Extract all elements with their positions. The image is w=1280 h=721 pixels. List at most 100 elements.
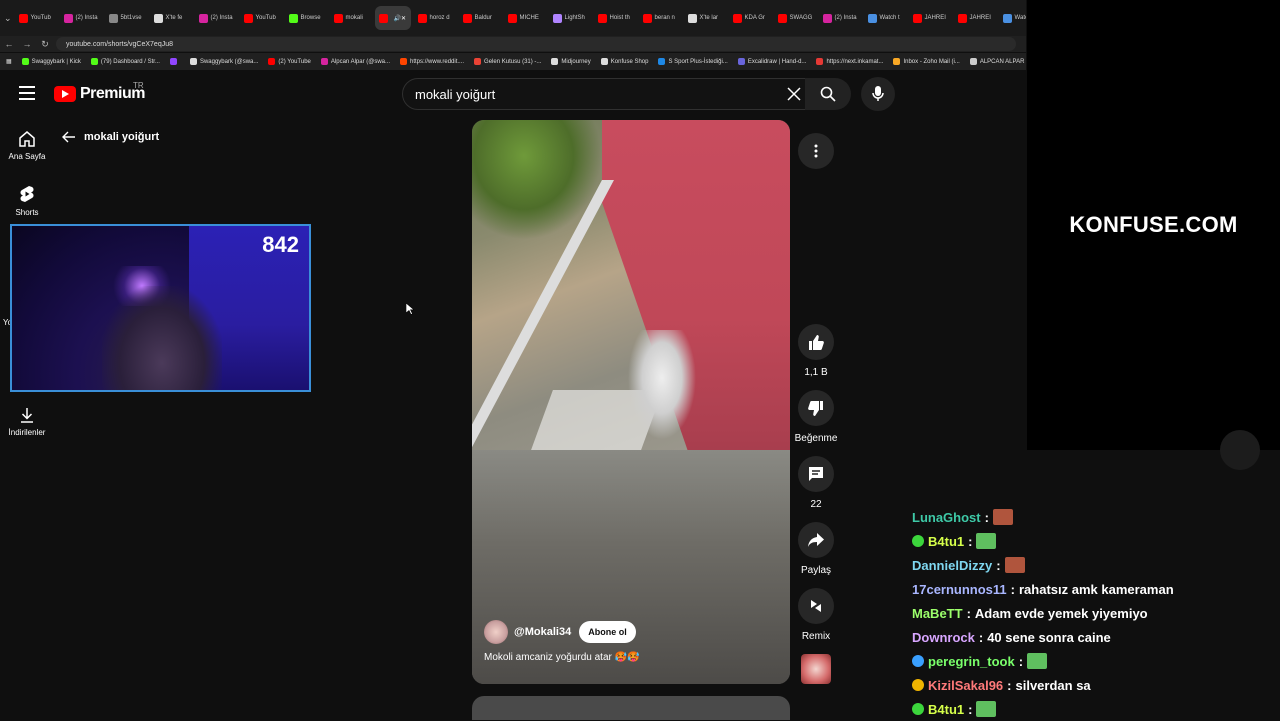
tab-label: (2) Insta (75, 15, 98, 21)
bookmark-item[interactable]: https://next.inkamat... (816, 58, 883, 65)
video-caption[interactable]: Mokoli amcaniz yoğurdu atar 🥵🥵 (484, 652, 640, 663)
bookmark-item[interactable]: Gelen Kutusu (31) -... (474, 58, 541, 65)
bookmark-item[interactable]: Inbox - Zoho Mail (i... (893, 58, 960, 65)
address-bar[interactable]: youtube.com/shorts/vgCeX7eqJu8 (56, 37, 1016, 51)
chat-message: B4tu1: (912, 529, 1272, 553)
browser-tab[interactable]: YouTub (240, 6, 282, 30)
chat-username[interactable]: B4tu1 (928, 534, 964, 549)
tab-favicon-icon (153, 13, 163, 23)
browser-tab[interactable]: JAHREI (909, 6, 951, 30)
browser-tab[interactable]: LightSh (549, 6, 591, 30)
comments-button[interactable]: 22 (798, 456, 834, 510)
reload-icon[interactable]: ↻ (36, 39, 54, 50)
shorts-search-back[interactable]: mokali yoiğurt (62, 131, 159, 143)
short-video-player[interactable]: @Mokali34 Abone ol Mokoli amcaniz yoğurd… (472, 120, 790, 684)
webcam-overlay: 842 (10, 224, 311, 392)
browser-tab[interactable]: X'te fe (150, 6, 192, 30)
tab-label: beran n (654, 15, 675, 21)
browser-tab[interactable]: (2) Insta (819, 6, 861, 30)
bookmark-item[interactable]: Excalidraw | Hand-d... (737, 58, 806, 65)
channel-name[interactable]: @Mokali34 (514, 626, 571, 638)
dislike-button[interactable]: Beğenme (795, 390, 837, 444)
stream-chat: LunaGhost: B4tu1: DannielDizzy:17cernunnos… (912, 505, 1272, 721)
forward-arrow-icon[interactable]: → (18, 39, 36, 49)
remix-icon (811, 600, 821, 612)
browser-tab[interactable]: SWAGG (774, 6, 816, 30)
chat-text: silverdan sa (1015, 677, 1091, 693)
hamburger-menu-icon[interactable] (19, 86, 35, 100)
chat-username[interactable]: DannielDizzy (912, 558, 992, 573)
sidebar-item-shorts[interactable]: Shorts (0, 185, 54, 217)
remix-button[interactable]: Remix (798, 588, 834, 642)
browser-toolbar: ← → ↻ youtube.com/shorts/vgCeX7eqJu8 (0, 36, 1026, 52)
bookmark-favicon-icon (90, 58, 98, 65)
chat-username[interactable]: KizilSakal96 (928, 678, 1003, 693)
bookmark-item[interactable]: Alpcan Alpar (@swa... (320, 58, 390, 65)
search-box[interactable]: mokali yoiğurt (402, 78, 810, 110)
bookmark-item[interactable]: Swaggybark | Kick (21, 58, 81, 65)
browser-tab[interactable]: JAHREI (954, 6, 996, 30)
voice-search-button[interactable] (861, 77, 895, 111)
browser-tab[interactable]: Watch (999, 6, 1026, 30)
tab-label: Watch (1014, 15, 1026, 21)
more-options-button[interactable] (798, 133, 834, 169)
chat-username[interactable]: peregrin_took (928, 654, 1015, 669)
tab-list-chevron-icon[interactable]: ⌄ (4, 13, 12, 24)
bookmark-item[interactable]: https://www.reddit.... (400, 58, 464, 65)
sidebar-item-home[interactable]: Ana Sayfa (0, 130, 54, 161)
tab-favicon-icon (333, 13, 343, 23)
bookmark-favicon-icon (400, 58, 408, 65)
back-arrow-icon[interactable]: ← (0, 39, 18, 49)
youtube-premium-logo[interactable]: Premium (54, 85, 145, 103)
browser-tab[interactable]: Baldur (459, 6, 501, 30)
chat-username[interactable]: Downrock (912, 630, 975, 645)
tab-favicon-icon (912, 13, 922, 23)
bookmark-item[interactable]: (2) YouTube (268, 58, 311, 65)
chat-username[interactable]: 17cernunnos11 (912, 582, 1007, 597)
browser-tab[interactable]: (2) Insta (195, 6, 237, 30)
browser-tab[interactable]: Watch t (864, 6, 906, 30)
search-input[interactable]: mokali yoiğurt (403, 87, 779, 102)
browser-tab[interactable]: X'te lar (684, 6, 726, 30)
channel-avatar[interactable] (484, 620, 508, 644)
round-nav-button[interactable] (1220, 430, 1260, 470)
tab-audio-close-icon[interactable]: 🔊✕ (394, 15, 407, 22)
browser-tab[interactable]: Browse (285, 6, 327, 30)
sidebar-item-downloads[interactable]: İndirilenler (0, 407, 54, 437)
tab-favicon-icon (732, 13, 742, 23)
browser-tab[interactable]: (2) Insta (60, 6, 102, 30)
browser-tab[interactable]: beran n (639, 6, 681, 30)
bookmark-item[interactable]: S Sport Plus-İstediği... (658, 58, 728, 65)
chat-username[interactable]: MaBeTT (912, 606, 963, 621)
tab-label: YouTub (255, 15, 276, 21)
bookmark-item[interactable]: Midjourney (551, 58, 591, 65)
next-short-preview[interactable] (472, 696, 790, 720)
sidebar-item-label: Shorts (15, 208, 39, 217)
search-button[interactable] (805, 78, 851, 110)
bookmark-item[interactable]: (79) Dashboard / Str... (90, 58, 160, 65)
tab-label: KDA Gr (744, 15, 765, 21)
browser-tab[interactable]: mokali (330, 6, 372, 30)
bookmark-item[interactable]: Swaggybark (@swa... (189, 58, 258, 65)
apps-grid-icon[interactable]: ▦ (6, 58, 12, 65)
browser-tab[interactable]: Hoist th (594, 6, 636, 30)
sound-thumbnail[interactable] (801, 654, 831, 684)
bookmark-item[interactable] (169, 58, 180, 65)
browser-tab[interactable]: 5bt1vse (105, 6, 147, 30)
bookmark-item[interactable]: Konfuse Shop (600, 58, 648, 65)
back-arrow-icon[interactable] (62, 131, 76, 143)
bookmark-label: S Sport Plus-İstediği... (668, 58, 728, 65)
bookmark-item[interactable]: ALPCAN ALPAR DEV... (969, 58, 1026, 65)
like-count: 1,1 B (804, 367, 828, 378)
like-button[interactable]: 1,1 B (798, 324, 834, 378)
chat-username[interactable]: LunaGhost (912, 510, 981, 525)
browser-tab[interactable]: YouTub (15, 6, 57, 30)
browser-tab[interactable]: MICHE (504, 6, 546, 30)
bookmark-favicon-icon (658, 58, 666, 65)
browser-tab[interactable]: KDA Gr (729, 6, 771, 30)
subscribe-button[interactable]: Abone ol (579, 621, 636, 643)
browser-tab[interactable]: 🔊✕ (374, 6, 411, 30)
chat-username[interactable]: B4tu1 (928, 702, 964, 717)
share-button[interactable]: Paylaş (798, 522, 834, 576)
browser-tab[interactable]: horoz d (414, 6, 456, 30)
